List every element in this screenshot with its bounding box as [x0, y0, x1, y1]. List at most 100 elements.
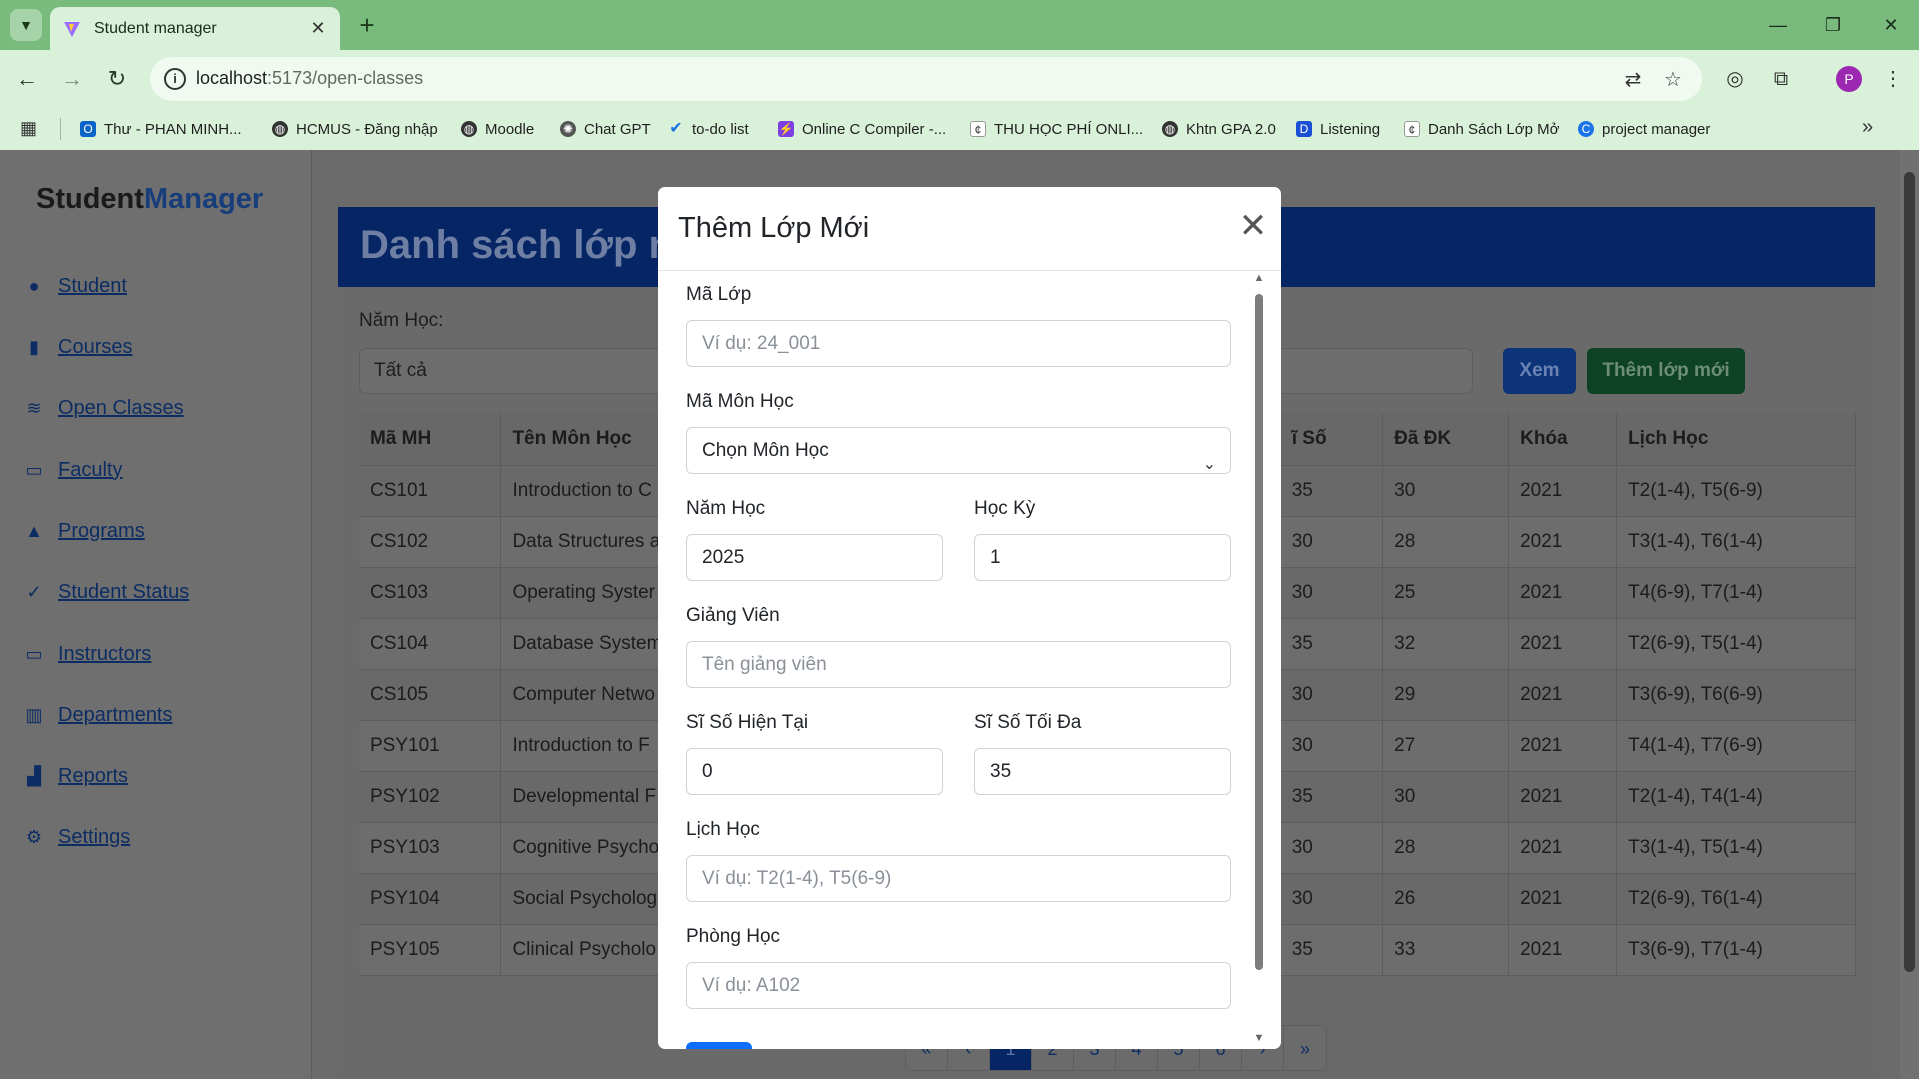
semester-input[interactable]: 1 [974, 534, 1231, 581]
scroll-up-arrow-icon[interactable]: ▲ [1251, 272, 1267, 286]
sidebar-item-open-classes[interactable]: ≋ Open Classes [24, 393, 183, 423]
schedule-input[interactable]: Ví dụ: T2(1-4), T5(6-9) [686, 855, 1231, 902]
browser-tab[interactable]: Student manager ✕ [50, 7, 340, 50]
more-bookmarks-icon[interactable]: » [1862, 116, 1873, 139]
sidebar-item-instructors[interactable]: ▭ Instructors [24, 639, 151, 669]
table-cell: T4(1-4), T7(6-9) [1616, 720, 1856, 772]
scroll-down-arrow-icon[interactable]: ▼ [1251, 1032, 1267, 1046]
table-cell: CS104 [359, 618, 502, 670]
lightning-icon: ⚡ [778, 121, 794, 137]
max-size-input[interactable]: 35 [974, 748, 1231, 795]
bookmark-hcmus[interactable]: ◍ HCMUS - Đăng nhập [272, 118, 438, 140]
bar-chart-icon: ▟ [27, 766, 41, 786]
page-scrollbar-thumb[interactable] [1904, 172, 1915, 972]
table-cell: 2021 [1508, 516, 1618, 568]
site-info-icon[interactable]: i [164, 68, 186, 90]
extensions-puzzle-icon[interactable]: ⧉ [1766, 64, 1796, 94]
page-title: Danh sách lớp m [360, 223, 685, 267]
sidebar-item-programs[interactable]: ▲ Programs [24, 516, 145, 546]
bookmark-todo[interactable]: ✔ to-do list [668, 118, 748, 140]
forward-arrow-icon[interactable]: → [57, 64, 87, 94]
sidebar-item-student-status[interactable]: ✓ Student Status [24, 577, 189, 607]
layers-icon: ≋ [26, 398, 42, 418]
sidebar-item-settings[interactable]: ⚙ Settings [24, 822, 130, 852]
screenshot-camera-icon[interactable]: ◎ [1720, 64, 1750, 94]
profile-avatar[interactable]: P [1836, 66, 1862, 92]
table-cell: 25 [1382, 567, 1510, 619]
table-cell: 35 [1280, 465, 1384, 517]
close-icon[interactable]: ✕ [1236, 209, 1270, 243]
course-code-label: Mã Môn Học [686, 391, 794, 412]
close-window-button[interactable]: ✕ [1871, 10, 1911, 40]
table-cell: 33 [1382, 924, 1510, 976]
browser-menu-icon[interactable]: ⋮ [1878, 64, 1908, 94]
globe-icon: ◍ [272, 121, 288, 137]
bookmark-moodle[interactable]: ◍ Moodle [461, 118, 534, 140]
bookmark-gpa[interactable]: ◍ Khtn GPA 2.0 [1162, 118, 1276, 140]
graduation-cap-icon: ▲ [25, 521, 43, 541]
bookmark-project-manager[interactable]: Cproject manager [1578, 118, 1710, 140]
address-bar[interactable]: i localhost:5173/open-classes ⇄ ☆ [150, 57, 1702, 101]
bookmark-hoc-phi[interactable]: ¢ THU HỌC PHÍ ONLI... [970, 118, 1143, 140]
user-icon: ● [28, 276, 40, 296]
year-input[interactable]: 2025 [686, 534, 943, 581]
book-icon: ▮ [29, 337, 39, 357]
sidebar-item-courses[interactable]: ▮ Courses [24, 332, 132, 362]
bookmark-chatgpt[interactable]: ✺ Chat GPT [560, 118, 651, 140]
table-cell: 2021 [1508, 669, 1618, 721]
sidebar-item-student[interactable]: ● Student [24, 271, 127, 301]
table-cell: CS102 [359, 516, 502, 568]
table-cell: 32 [1382, 618, 1510, 670]
table-cell: T4(6-9), T7(1-4) [1616, 567, 1856, 619]
table-cell: 35 [1280, 771, 1384, 823]
tab-search-button[interactable]: ▼ [10, 9, 42, 41]
sidebar: StudentManager ● Student ▮ Courses ≋ Open C… [0, 150, 312, 1079]
add-class-button[interactable]: Thêm lớp mới [1587, 348, 1745, 394]
submit-button[interactable] [686, 1042, 752, 1049]
room-input[interactable]: Ví dụ: A102 [686, 962, 1231, 1009]
instructor-input[interactable]: Tên giảng viên [686, 641, 1231, 688]
globe-icon: ◍ [461, 121, 477, 137]
bookmark-outlook[interactable]: O Thư - PHAN MINH... [80, 118, 242, 140]
vite-favicon-icon [64, 21, 80, 37]
modal-scrollbar[interactable]: ▲ ▼ [1251, 272, 1267, 1049]
year-label: Năm Học [686, 498, 766, 519]
checkmark-icon: ✔ [669, 120, 683, 137]
gear-icon: ⚙ [25, 827, 43, 847]
course-code-select[interactable]: Chọn Môn Học ⌄ [686, 427, 1231, 474]
translate-icon[interactable]: ⇄ [1620, 67, 1646, 92]
sidebar-item-faculty[interactable]: ▭ Faculty [24, 455, 122, 485]
view-button[interactable]: Xem [1503, 348, 1576, 394]
bookmark-listening[interactable]: D Listening [1296, 118, 1380, 140]
class-code-input[interactable]: Ví dụ: 24_001 [686, 320, 1231, 367]
bookmark-online-compiler[interactable]: ⚡ Online C Compiler -... [778, 118, 946, 140]
brand-logo[interactable]: StudentManager [36, 183, 263, 216]
back-arrow-icon[interactable]: ← [12, 64, 42, 94]
table-cell: 30 [1382, 465, 1510, 517]
new-tab-button[interactable]: + [352, 10, 382, 40]
page-scrollbar[interactable] [1900, 150, 1919, 1079]
table-cell: PSY102 [359, 771, 502, 823]
bookmarks-bar: ▦ O Thư - PHAN MINH... ◍ HCMUS - Đăng nhập… [0, 108, 1919, 150]
table-cell: T2(6-9), T6(1-4) [1616, 873, 1856, 925]
table-cell: PSY103 [359, 822, 502, 874]
bookmark-star-icon[interactable]: ☆ [1660, 67, 1686, 92]
apps-grid-icon[interactable]: ▦ [20, 118, 37, 139]
table-cell: 2021 [1508, 822, 1618, 874]
sidebar-item-departments[interactable]: ▥ Departments [24, 700, 172, 730]
bookmark-danh-sach-lop[interactable]: ¢ Danh Sách Lớp Mở [1404, 118, 1559, 140]
reload-icon[interactable]: ↻ [102, 64, 132, 94]
modal-scrollbar-thumb[interactable] [1255, 294, 1263, 970]
document-icon: ¢ [1404, 121, 1420, 137]
page-last[interactable]: » [1284, 1026, 1326, 1070]
close-tab-icon[interactable]: ✕ [308, 18, 328, 39]
current-size-input[interactable]: 0 [686, 748, 943, 795]
modal-body: Mã Lớp Ví dụ: 24_001 Mã Môn Học Chọn Môn… [658, 272, 1262, 1049]
max-size-label: Sĩ Số Tối Đa [974, 712, 1082, 733]
url-text[interactable]: localhost:5173/open-classes [196, 68, 423, 89]
sidebar-item-reports[interactable]: ▟ Reports [24, 761, 128, 791]
minimize-window-button[interactable]: — [1758, 10, 1798, 40]
restore-window-button[interactable]: ❐ [1813, 10, 1853, 40]
table-cell: CS105 [359, 669, 502, 721]
table-cell: 27 [1382, 720, 1510, 772]
